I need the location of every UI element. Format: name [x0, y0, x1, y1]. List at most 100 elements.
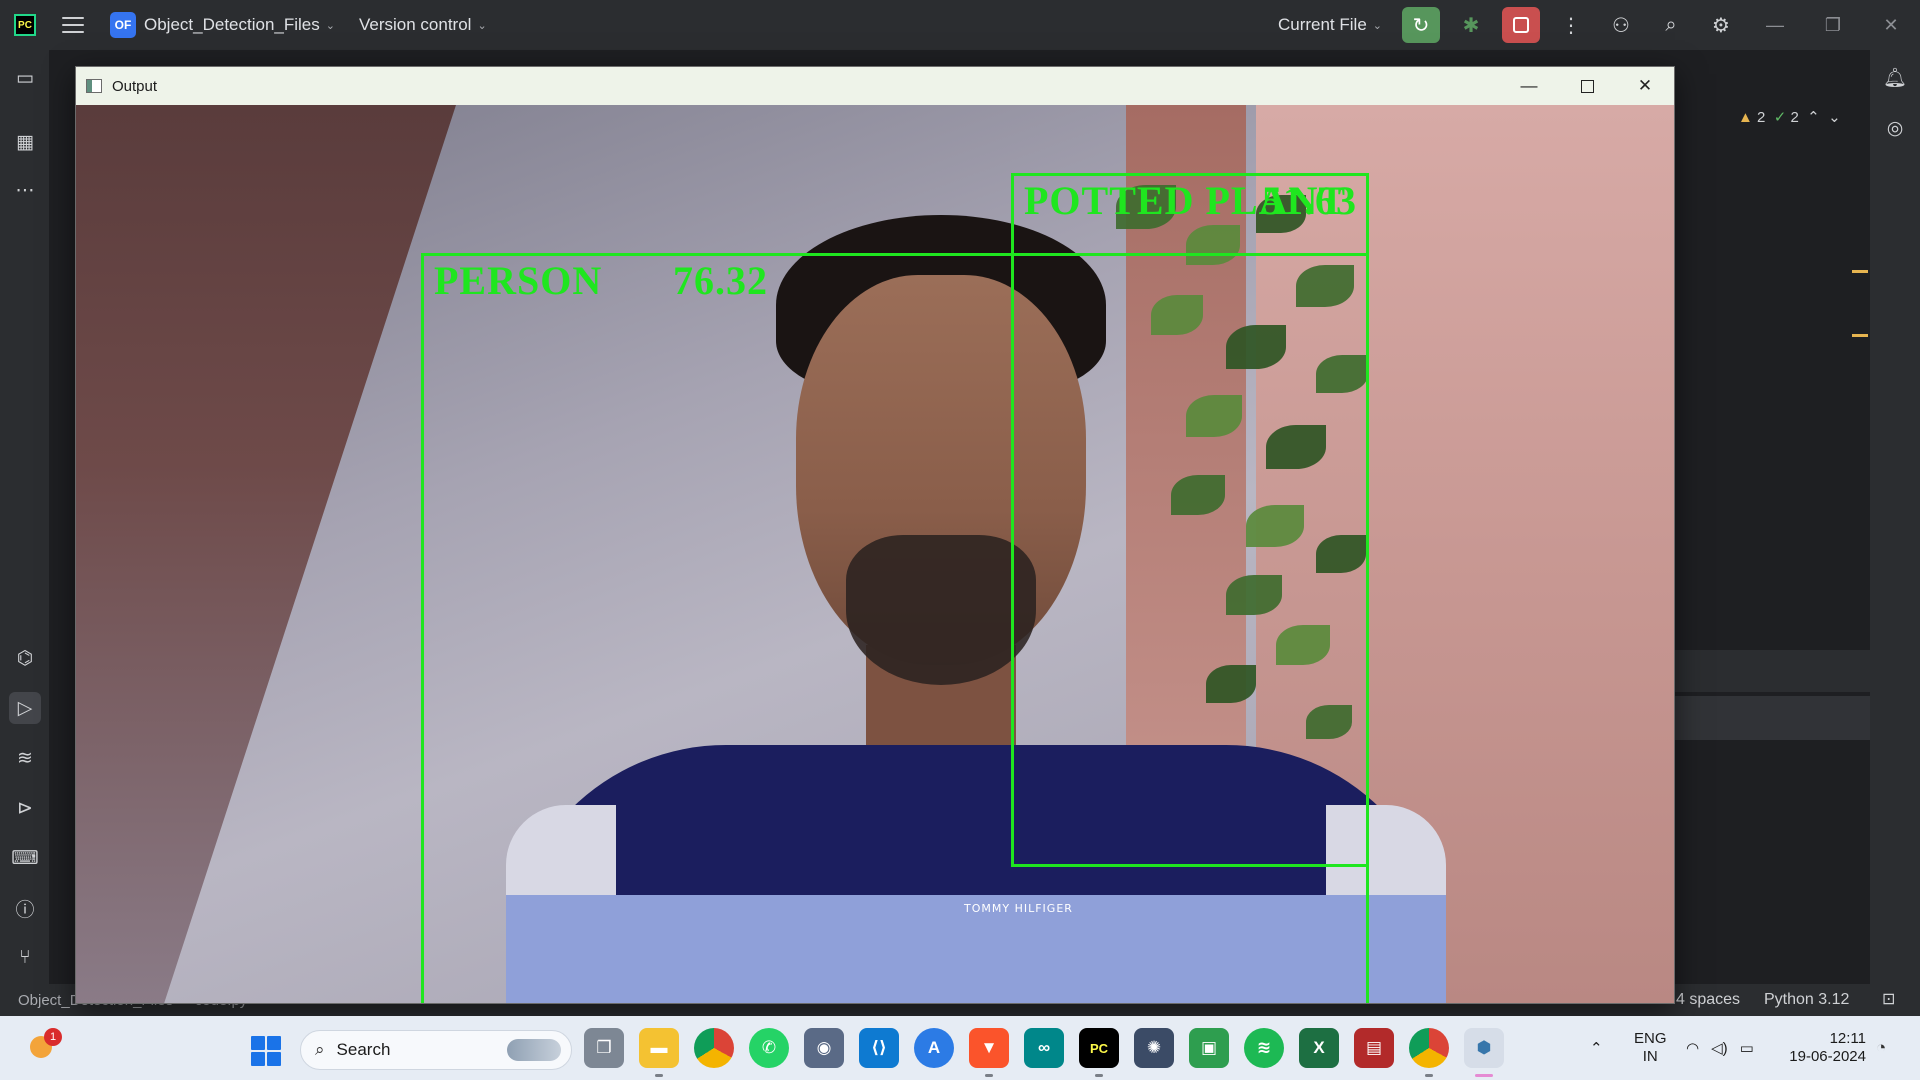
gallery-icon[interactable]: ▣ [1189, 1028, 1229, 1068]
run-panel-row [1672, 696, 1870, 740]
output-close-button[interactable]: ✕ [1616, 67, 1674, 105]
left-tool-strip: ▭ ▦ ⋯ ⌬ ▷ ≋ ⊳ ⌨ ⓘ ⑂ [0, 50, 50, 984]
task-view-icon[interactable]: ❐ [584, 1028, 624, 1068]
show-hidden-icons[interactable]: ⌃ [1590, 1028, 1603, 1068]
more-tools-icon[interactable]: ⋯ [9, 174, 41, 206]
pycharm-icon[interactable]: PC [1079, 1028, 1119, 1077]
restore-button[interactable]: ❐ [1804, 0, 1862, 50]
warning-marker[interactable] [1852, 334, 1868, 337]
debug-icon[interactable]: ✱ [1452, 7, 1490, 43]
volume-icon: ◁) [1711, 1040, 1728, 1057]
stop-button[interactable] [1502, 7, 1540, 43]
project-name[interactable]: Object_Detection_Files [144, 0, 320, 50]
wifi-icon: ◠ [1686, 1040, 1700, 1057]
arduino-icon[interactable]: ∞ [1024, 1028, 1064, 1068]
check-icon: ✓ [1769, 109, 1787, 126]
search-placeholder: Search [336, 1040, 391, 1059]
warning-marker[interactable] [1852, 270, 1868, 273]
run-config-label: Current File [1277, 15, 1367, 34]
clock-time: 12:11 [1829, 1030, 1866, 1047]
python-console-icon[interactable]: ⌬ [9, 642, 41, 674]
main-menu-icon[interactable] [62, 17, 84, 33]
close-button[interactable]: ✕ [1862, 0, 1920, 50]
ide-title-bar: PC OF Object_Detection_Files ⌄ Version c… [0, 0, 1920, 50]
stop-icon [1513, 17, 1529, 33]
taskbar-search[interactable]: ⌕ Search [300, 1030, 572, 1070]
problems-icon[interactable]: ⓘ [9, 892, 41, 924]
spotify-icon[interactable]: ≋ [1244, 1028, 1284, 1068]
chevron-down-icon[interactable]: ⌄ [326, 19, 335, 32]
chevron-down-icon[interactable]: ⌄ [477, 19, 486, 32]
services-icon[interactable]: ⊳ [9, 792, 41, 824]
maximize-icon [1580, 79, 1594, 93]
notification-bell-icon[interactable]: ◔ [1876, 1038, 1886, 1058]
ai-assistant-icon[interactable]: ◎ [1879, 112, 1911, 144]
pycharm-logo-icon: PC [14, 14, 36, 36]
taskbar: 1 ⌕ Search ❐ ▬ ✆ ◉ ⟨⟩ A ▼ ∞ PC ✺ ▣ ≋ X ▤… [0, 1016, 1920, 1080]
output-minimize-button[interactable]: — [1500, 67, 1558, 105]
editor-right-area [1672, 50, 1870, 984]
warning-count: 2 [1757, 109, 1766, 126]
python-icon[interactable]: ⬢ [1464, 1028, 1504, 1077]
app-store-icon[interactable]: A [914, 1028, 954, 1068]
excel-icon[interactable]: X [1299, 1028, 1339, 1068]
battery-icon: ▭ [1739, 1040, 1754, 1057]
run-config-selector[interactable]: Current File ⌄ [1278, 0, 1382, 50]
clock-date: 19-06-2024 [1789, 1048, 1866, 1065]
beetle-icon[interactable]: ✺ [1134, 1028, 1174, 1068]
language-code: ENG [1634, 1030, 1667, 1047]
right-tool-strip: 🔔︎ ◎ [1870, 50, 1920, 984]
minimize-button[interactable]: — [1746, 0, 1804, 50]
ok-count: 2 [1790, 109, 1799, 126]
inspection-widget[interactable]: ▲ 2 ✓ 2 ⌃ ⌄ [1738, 108, 1841, 126]
structure-icon[interactable]: ▦ [9, 126, 41, 158]
indent-setting[interactable]: 4 spaces [1676, 991, 1740, 1009]
run-icon[interactable]: ▷ [9, 692, 41, 724]
weather-widget[interactable]: 1 [24, 1028, 62, 1064]
output-maximize-button[interactable] [1558, 67, 1616, 105]
camera-icon[interactable]: ◉ [804, 1028, 844, 1068]
detection-confidence-person: 76.32 [673, 258, 768, 303]
interpreter-setting[interactable]: Python 3.12 [1764, 991, 1849, 1009]
detection-box-plant [1011, 173, 1369, 867]
system-tray[interactable]: ◠ ◁) ▭ [1686, 1028, 1754, 1068]
git-icon[interactable]: ⑂ [9, 942, 41, 974]
search-highlight-image [507, 1039, 561, 1061]
version-control-menu[interactable]: Version control [359, 0, 471, 50]
whatsapp-icon[interactable]: ✆ [749, 1028, 789, 1068]
weather-badge: 1 [44, 1028, 62, 1046]
camera-feed: TOMMY HILFIGER PERSON 76.32 POTTED PLANT… [76, 105, 1674, 1003]
search-icon: ⌕ [315, 1040, 325, 1059]
terminal-icon[interactable]: ⌨ [9, 842, 41, 874]
chrome-icon[interactable] [694, 1028, 734, 1068]
chevron-down-icon: ⌄ [1372, 19, 1382, 32]
file-explorer-icon[interactable]: ▬ [639, 1028, 679, 1077]
layers-icon[interactable]: ≋ [9, 742, 41, 774]
lock-icon[interactable]: ⊡ [1882, 989, 1895, 1009]
brave-icon[interactable]: ▼ [969, 1028, 1009, 1077]
gear-icon[interactable]: ⚙ [1702, 7, 1740, 43]
rerun-button[interactable]: ↻ [1402, 7, 1440, 43]
add-user-icon[interactable]: ⚇ [1602, 7, 1640, 43]
language-indicator[interactable]: ENG IN [1634, 1030, 1667, 1066]
search-icon[interactable]: ⌕ [1652, 7, 1690, 43]
chrome-profile-icon[interactable] [1409, 1028, 1449, 1077]
winrar-icon[interactable]: ▤ [1354, 1028, 1394, 1068]
chevron-down-icon[interactable]: ⌄ [1824, 109, 1841, 126]
run-panel-header [1672, 650, 1870, 692]
project-badge[interactable]: OF [110, 12, 136, 38]
start-button[interactable] [251, 1036, 281, 1066]
bell-icon[interactable]: 🔔︎ [1879, 62, 1911, 94]
warning-icon: ▲ [1738, 109, 1753, 126]
clock[interactable]: 12:11 19-06-2024 [1786, 1030, 1866, 1066]
detection-label-person: PERSON [434, 258, 603, 303]
output-window: Output — ✕ TOMMY HILFIGER PERSON 76.32 P… [75, 66, 1675, 1004]
folder-icon[interactable]: ▭ [9, 62, 41, 94]
window-app-icon [86, 79, 102, 93]
language-region: IN [1642, 1048, 1658, 1065]
vscode-icon[interactable]: ⟨⟩ [859, 1028, 899, 1068]
output-title-bar[interactable]: Output — ✕ [76, 67, 1674, 105]
more-options-icon[interactable]: ⋮ [1552, 7, 1590, 43]
output-window-title: Output [112, 77, 158, 95]
chevron-up-icon[interactable]: ⌃ [1803, 109, 1820, 126]
